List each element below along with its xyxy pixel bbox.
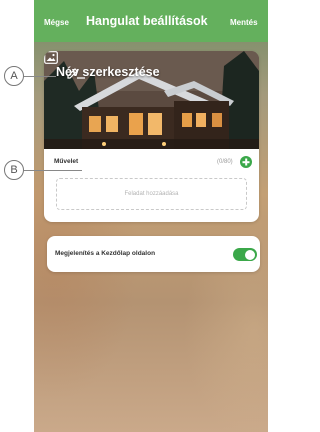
scene-cover-image[interactable]: Név szerkesztése [44,51,259,149]
scene-name-row[interactable]: Név szerkesztése [56,65,160,79]
callout-a: A [4,66,24,86]
add-task-area[interactable]: Feladat hozzáadása [56,178,247,210]
callout-a-line [24,76,56,77]
toggle-knob [245,249,255,260]
image-icon[interactable] [44,51,58,64]
add-task-label: Feladat hozzáadása [124,191,179,197]
action-section-label: Művelet [54,158,79,165]
pencil-icon[interactable] [66,65,86,79]
phone-screen: Mégse Hangulat beállítások Mentés Név sz… [34,0,268,432]
top-bar: Mégse Hangulat beállítások Mentés [34,0,268,42]
save-button[interactable]: Mentés [230,18,258,27]
page-title: Hangulat beállítások [86,14,208,28]
add-action-button[interactable] [240,156,252,168]
show-on-home-label: Megjelenítés a Kezdőlap oldalon [55,250,156,257]
action-counter: (0/80) [217,159,233,165]
callout-b: B [4,160,24,180]
show-on-home-toggle[interactable] [233,248,257,261]
callout-b-line [24,170,82,171]
cancel-button[interactable]: Mégse [44,18,69,27]
scene-card: Név szerkesztése Művelet (0/80) Feladat … [44,51,259,222]
show-on-home-row: Megjelenítés a Kezdőlap oldalon [47,236,260,272]
